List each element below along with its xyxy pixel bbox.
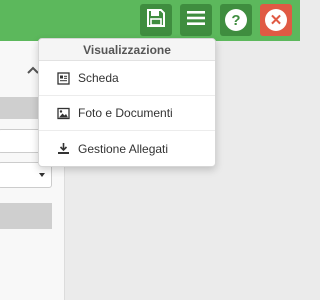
menu-button[interactable] — [180, 4, 212, 36]
menu-item-label: Scheda — [78, 71, 119, 85]
close-button[interactable]: ✕ — [260, 4, 292, 36]
save-icon — [146, 8, 166, 33]
top-toolbar: ? ✕ — [0, 0, 300, 41]
download-icon — [57, 142, 70, 155]
menu-item-gestione-allegati[interactable]: Gestione Allegati — [39, 131, 215, 166]
caret-down-icon — [39, 173, 45, 177]
menu-item-foto-documenti[interactable]: Foto e Documenti — [39, 96, 215, 131]
help-button[interactable]: ? — [220, 4, 252, 36]
menu-item-label: Foto e Documenti — [78, 106, 173, 120]
card-icon — [57, 71, 70, 85]
panel-section-bar — [0, 203, 52, 229]
dropdown-header: Visualizzazione — [39, 39, 215, 61]
help-icon: ? — [225, 9, 247, 31]
save-button[interactable] — [140, 4, 172, 36]
menu-item-scheda[interactable]: Scheda — [39, 61, 215, 96]
menu-icon — [187, 10, 205, 31]
close-icon: ✕ — [265, 9, 287, 31]
view-dropdown-menu: Visualizzazione Scheda Foto e Documenti — [38, 38, 216, 167]
image-icon — [57, 107, 70, 120]
menu-item-label: Gestione Allegati — [78, 141, 169, 156]
